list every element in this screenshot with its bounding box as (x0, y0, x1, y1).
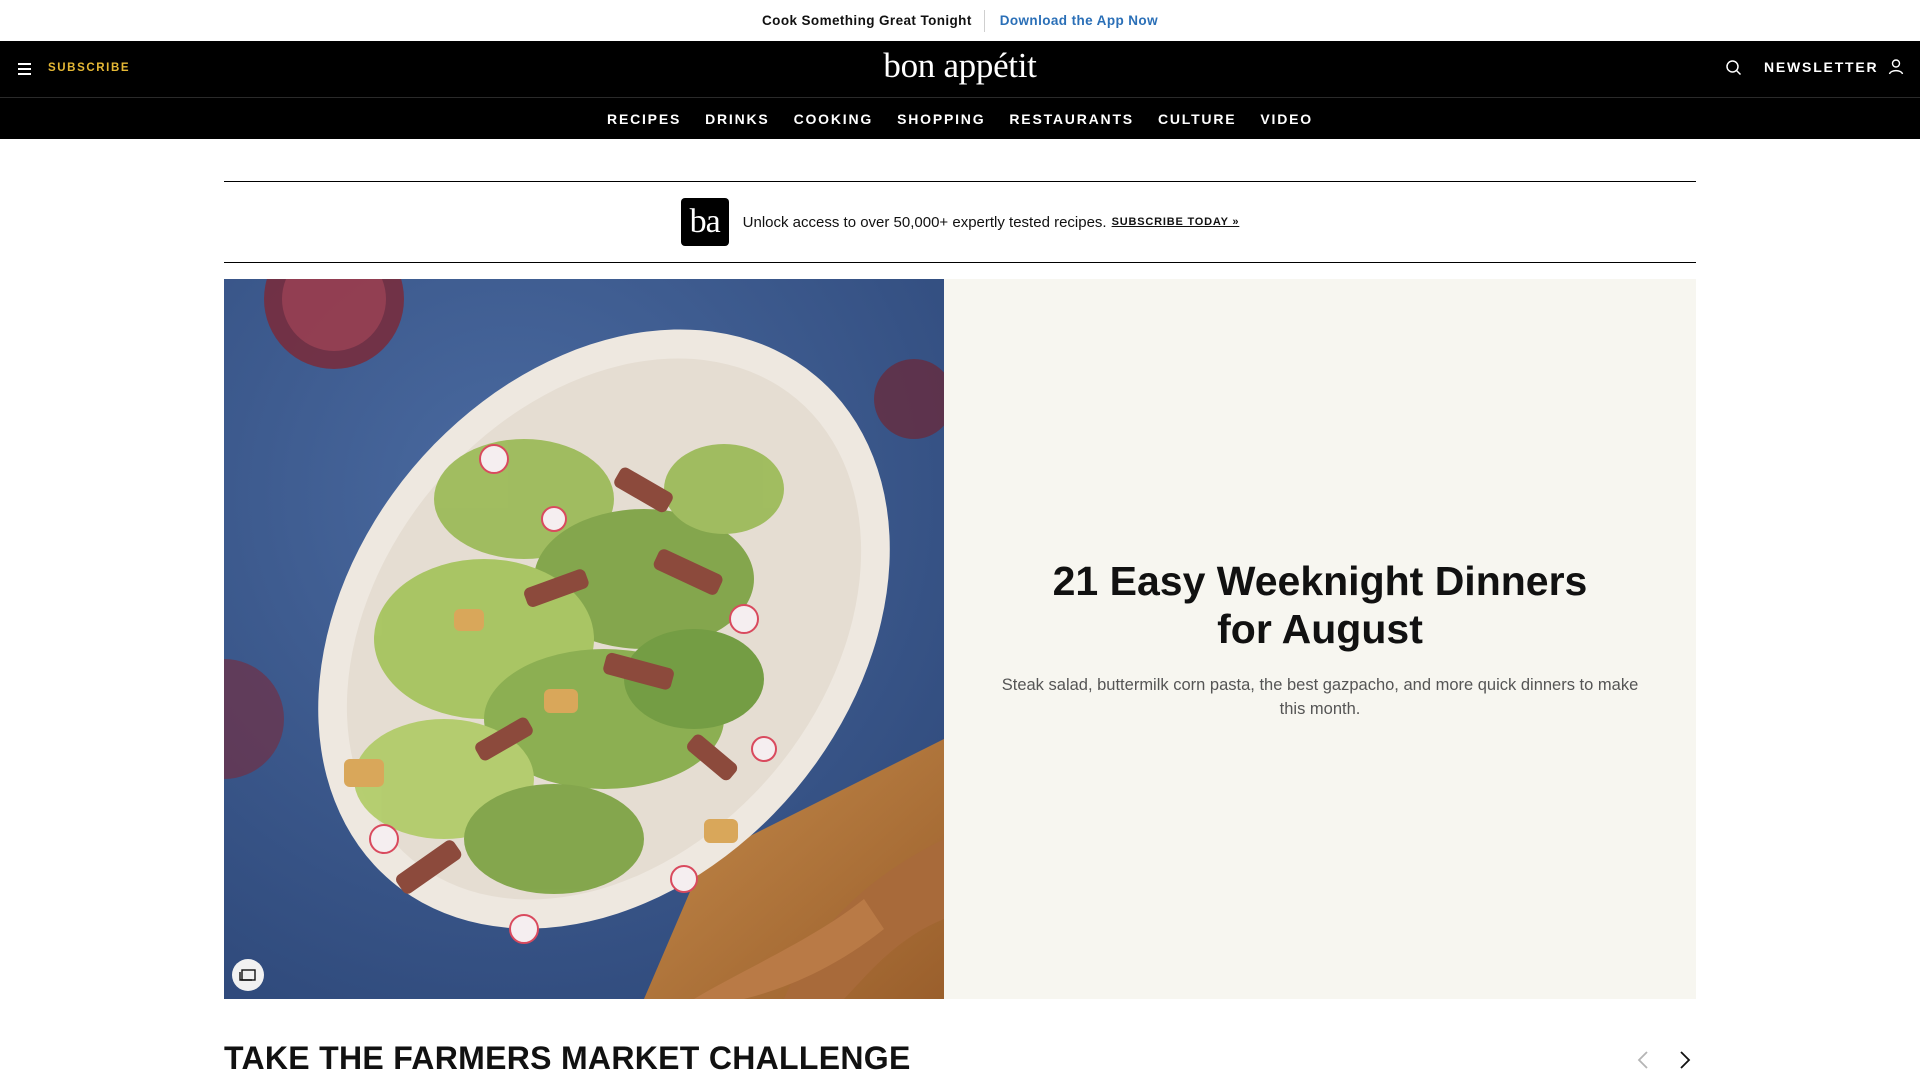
search-icon[interactable] (1724, 58, 1744, 78)
hero-image[interactable] (224, 279, 944, 999)
hero-story: 21 Easy Weeknight Dinners for August Ste… (224, 279, 1696, 999)
main-nav: RECIPES DRINKS COOKING SHOPPING RESTAURA… (0, 97, 1920, 139)
banner-text: Unlock access to over 50,000+ expertly t… (742, 213, 1107, 231)
hero-dek: Steak salad, buttermilk corn pasta, the … (1001, 676, 1639, 718)
download-app-link[interactable]: Download the App Now (985, 13, 1158, 28)
nav-item-drinks[interactable]: DRINKS (693, 111, 781, 127)
promo-strip: Cook Something Great Tonight Download th… (0, 0, 1920, 41)
site-logo[interactable]: bon appétit (0, 46, 1920, 86)
nav-item-culture[interactable]: CULTURE (1146, 111, 1248, 127)
newsletter-link[interactable]: NEWSLETTER (1764, 59, 1878, 75)
nav-item-cooking[interactable]: COOKING (782, 111, 886, 127)
site-header: SUBSCRIBE bon appétit NEWSLETTER (0, 41, 1920, 97)
subscribe-today-link[interactable]: SUBSCRIBE TODAY » (1112, 216, 1240, 228)
subscribe-banner: ba Unlock access to over 50,000+ expertl… (224, 181, 1696, 263)
chevron-left-icon[interactable] (1632, 1048, 1656, 1072)
hamburger-menu-icon[interactable] (18, 63, 31, 75)
account-icon[interactable] (1886, 57, 1906, 77)
chevron-right-icon[interactable] (1672, 1048, 1696, 1072)
nav-item-video[interactable]: VIDEO (1248, 111, 1325, 127)
salad-platter-image (224, 279, 944, 999)
ba-logo: ba (680, 198, 729, 246)
nav-item-shopping[interactable]: SHOPPING (885, 111, 997, 127)
section-title: TAKE THE FARMERS MARKET CHALLENGE (224, 1040, 911, 1076)
hero-title[interactable]: 21 Easy Weeknight Dinners for August (1020, 557, 1620, 653)
subscribe-link[interactable]: SUBSCRIBE (48, 62, 130, 74)
nav-item-restaurants[interactable]: RESTAURANTS (997, 111, 1146, 127)
promo-text: Cook Something Great Tonight (762, 13, 972, 28)
hero-text-panel: 21 Easy Weeknight Dinners for August Ste… (944, 279, 1696, 999)
nav-item-recipes[interactable]: RECIPES (595, 111, 693, 127)
gallery-icon[interactable] (232, 959, 264, 991)
